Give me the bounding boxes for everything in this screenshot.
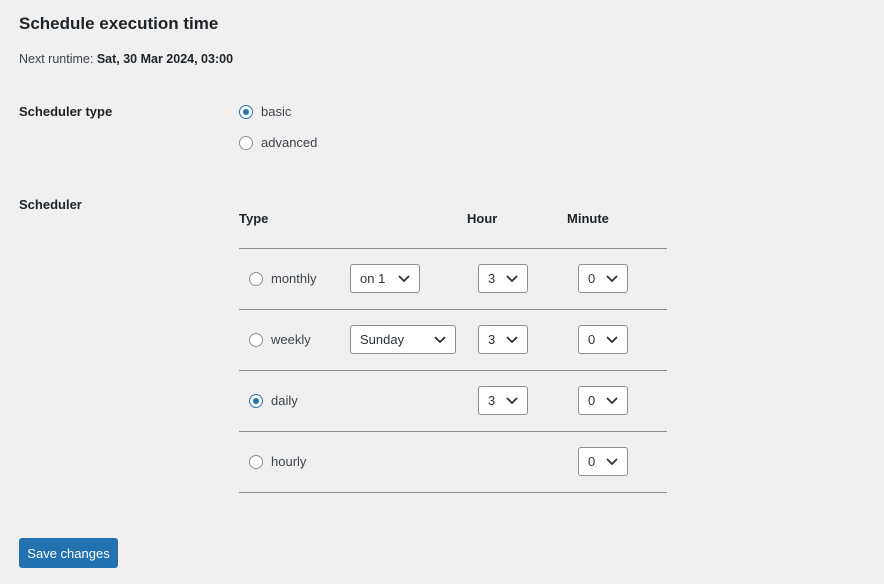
save-changes-button[interactable]: Save changes bbox=[19, 538, 118, 568]
radio-weekly-label: weekly bbox=[271, 332, 311, 347]
weekly-minute-select[interactable]: 0 bbox=[578, 325, 628, 354]
radio-hourly-label: hourly bbox=[271, 454, 307, 469]
monthly-hour-select[interactable]: 3 bbox=[478, 264, 528, 293]
monthly-minute-select[interactable]: 0 bbox=[578, 264, 628, 293]
divider bbox=[239, 309, 667, 310]
schedule-row-hourly[interactable]: hourly bbox=[249, 454, 306, 469]
chevron-down-icon bbox=[606, 458, 618, 466]
daily-hour-value: 3 bbox=[488, 393, 496, 408]
radio-daily[interactable] bbox=[249, 393, 263, 408]
chevron-down-icon bbox=[606, 275, 618, 283]
column-header-type: Type bbox=[239, 211, 269, 226]
schedule-row-weekly[interactable]: weekly bbox=[249, 332, 311, 347]
divider bbox=[239, 248, 667, 249]
chevron-down-icon bbox=[398, 275, 410, 283]
monthly-hour-value: 3 bbox=[488, 271, 496, 286]
page-title: Schedule execution time bbox=[19, 14, 219, 33]
daily-hour-select[interactable]: 3 bbox=[478, 386, 528, 415]
chevron-down-icon bbox=[606, 397, 618, 405]
radio-daily-label: daily bbox=[271, 393, 298, 408]
radio-advanced[interactable] bbox=[239, 135, 253, 150]
weekly-hour-select[interactable]: 3 bbox=[478, 325, 528, 354]
hourly-minute-select[interactable]: 0 bbox=[578, 447, 628, 476]
chevron-down-icon bbox=[506, 336, 518, 344]
schedule-row-daily[interactable]: daily bbox=[249, 393, 298, 408]
hourly-minute-value: 0 bbox=[588, 454, 596, 469]
next-runtime-label: Next runtime: bbox=[19, 52, 94, 66]
next-runtime-value: Sat, 30 Mar 2024, 03:00 bbox=[96, 52, 234, 66]
weekly-minute-value: 0 bbox=[588, 332, 596, 347]
divider bbox=[239, 431, 667, 432]
weekly-day-select[interactable]: Sunday bbox=[350, 325, 456, 354]
monthly-day-select[interactable]: on 1 bbox=[350, 264, 420, 293]
radio-hourly[interactable] bbox=[249, 454, 263, 469]
daily-minute-select[interactable]: 0 bbox=[578, 386, 628, 415]
column-header-minute: Minute bbox=[567, 211, 609, 226]
weekly-day-value: Sunday bbox=[360, 332, 405, 347]
radio-basic-label: basic bbox=[261, 104, 292, 119]
monthly-day-value: on 1 bbox=[360, 271, 386, 286]
radio-weekly[interactable] bbox=[249, 332, 263, 347]
scheduler-label: Scheduler bbox=[19, 197, 82, 212]
radio-monthly-label: monthly bbox=[271, 271, 317, 286]
radio-basic[interactable] bbox=[239, 104, 253, 119]
next-runtime: Next runtime: Sat, 30 Mar 2024, 03:00 bbox=[19, 52, 233, 66]
scheduler-type-advanced[interactable]: advanced bbox=[239, 135, 317, 150]
chevron-down-icon bbox=[506, 275, 518, 283]
radio-monthly[interactable] bbox=[249, 271, 263, 286]
chevron-down-icon bbox=[506, 397, 518, 405]
scheduler-type-basic[interactable]: basic bbox=[239, 104, 291, 119]
divider bbox=[239, 370, 667, 371]
weekly-hour-value: 3 bbox=[488, 332, 496, 347]
chevron-down-icon bbox=[434, 336, 446, 344]
chevron-down-icon bbox=[606, 336, 618, 344]
monthly-minute-value: 0 bbox=[588, 271, 596, 286]
divider bbox=[239, 492, 667, 493]
schedule-row-monthly[interactable]: monthly bbox=[249, 271, 317, 286]
daily-minute-value: 0 bbox=[588, 393, 596, 408]
scheduler-type-label: Scheduler type bbox=[19, 104, 113, 119]
column-header-hour: Hour bbox=[467, 211, 498, 226]
radio-advanced-label: advanced bbox=[261, 135, 318, 150]
